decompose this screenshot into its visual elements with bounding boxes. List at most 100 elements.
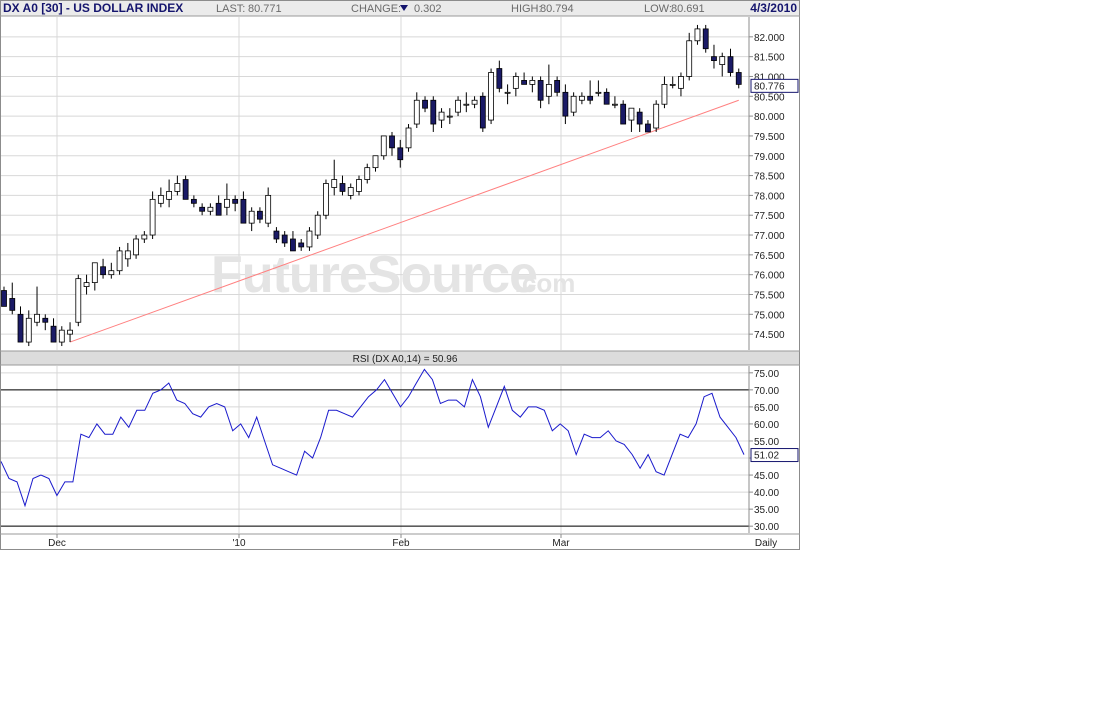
candle-body (199, 206, 206, 212)
rsi-tick-label: 45.00 (754, 471, 779, 482)
candle-body (570, 95, 577, 113)
candle-body (223, 198, 230, 208)
last-label: LAST: (216, 3, 245, 15)
candle-body (240, 198, 247, 224)
candle-body (645, 123, 651, 133)
price-tick-label: 75.500 (754, 291, 785, 302)
candle (702, 24, 709, 53)
candle-body (182, 179, 189, 200)
candle-body (405, 127, 412, 149)
chart-date: 4/3/2010 (750, 1, 797, 15)
low-label: LOW: (644, 3, 672, 15)
candle-body (265, 194, 272, 224)
price-tick-label: 80.500 (754, 92, 785, 103)
candle-body (455, 99, 461, 113)
candle-body (149, 198, 156, 236)
candle-body (446, 115, 453, 118)
candle-body (578, 95, 585, 101)
candle-body (248, 210, 255, 224)
candle-body (430, 99, 437, 125)
candle-body (735, 72, 742, 85)
candle-body (512, 76, 519, 89)
period-label: Daily (755, 538, 777, 549)
candle-body (694, 28, 701, 42)
candle-body (438, 111, 445, 121)
price-tick-label: 80.000 (754, 112, 785, 123)
candle-body (116, 250, 123, 272)
candle-body (529, 80, 536, 85)
rsi-tick-label: 55.00 (754, 437, 779, 448)
candle-body (174, 183, 181, 192)
candle-body (422, 99, 428, 109)
rsi-title: RSI (DX A0,14) = 50.96 (353, 354, 458, 365)
price-tick-label: 79.500 (754, 132, 785, 143)
price-tick-label: 77.000 (754, 231, 785, 242)
chart-canvas: DX A0 [30] - US DOLLAR INDEX LAST: 80.77… (0, 0, 800, 550)
candle-body (364, 167, 371, 180)
candle-body (653, 103, 660, 129)
candle-body (603, 91, 610, 105)
change-value: 0.302 (414, 3, 442, 15)
candle-body (207, 206, 214, 212)
price-tick-label: 75.000 (754, 310, 785, 321)
candle-body (669, 83, 676, 86)
candle-body (678, 76, 684, 89)
candle-body (290, 238, 296, 252)
candle-body (562, 91, 569, 117)
candle-body (141, 234, 148, 240)
candle (133, 235, 139, 259)
rsi-tick-label: 60.00 (754, 420, 779, 431)
candle-body (281, 234, 288, 244)
price-tick-label: 76.500 (754, 251, 785, 262)
candle-body (661, 83, 668, 105)
candle-body (488, 72, 494, 121)
candle-body (133, 238, 139, 256)
candle-body (306, 230, 313, 248)
candle-body (1, 290, 7, 307)
candle-body (628, 107, 635, 121)
high-value: 80.794 (540, 3, 574, 15)
candle-body (157, 194, 164, 204)
rsi-tick-label: 30.00 (754, 522, 779, 533)
rsi-tick-label: 35.00 (754, 505, 779, 516)
candle (323, 179, 329, 220)
rsi-tick-label: 40.00 (754, 488, 779, 499)
candle (488, 68, 494, 125)
candle-body (463, 103, 470, 106)
candle-body (537, 80, 544, 101)
candle-body (215, 202, 222, 216)
candle (75, 274, 82, 327)
candle-body (83, 282, 90, 287)
candle-body (380, 135, 387, 157)
candle-body (545, 83, 552, 97)
candle-body (257, 210, 263, 220)
price-tick-label: 79.000 (754, 152, 785, 163)
candle-body (356, 179, 362, 192)
candle-body (479, 95, 486, 129)
watermark-suffix: .com (515, 268, 576, 298)
candle-body (34, 313, 40, 323)
candle-body (108, 270, 115, 276)
x-tick-label: '10 (232, 538, 245, 549)
x-tick-label: Dec (48, 538, 66, 549)
candle-body (100, 266, 106, 276)
x-tick-label: Mar (552, 538, 570, 549)
candle (620, 100, 627, 125)
candle-body (636, 111, 643, 125)
candle-body (50, 325, 57, 343)
candle-body (298, 242, 305, 248)
candle (570, 92, 577, 117)
last-value: 80.771 (248, 3, 282, 15)
candle-body (471, 99, 478, 105)
candle-body (25, 317, 32, 343)
candle (116, 246, 123, 275)
candle-body (273, 230, 280, 240)
last-price-marker: 80.776 (754, 81, 785, 92)
candle (653, 100, 660, 132)
candle (314, 211, 321, 239)
symbol-title: DX A0 [30] - US DOLLAR INDEX (3, 1, 183, 15)
candle (380, 135, 387, 160)
candle-body (612, 103, 618, 106)
candle-body (521, 80, 527, 85)
candle-body (75, 278, 82, 323)
